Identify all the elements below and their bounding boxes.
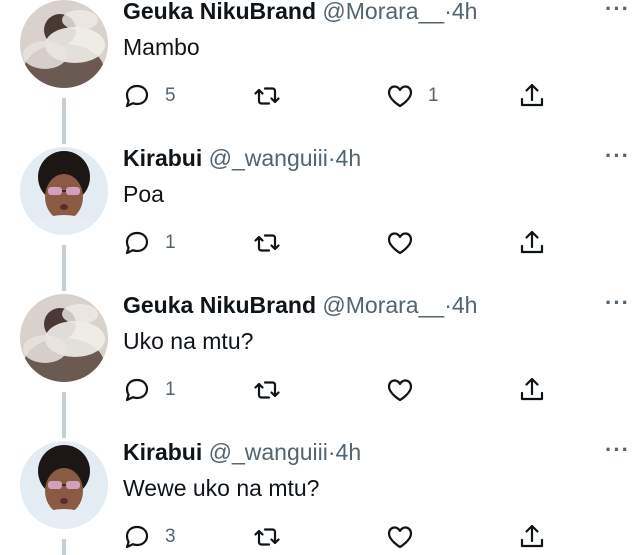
- tweet-actions: 1: [123, 229, 563, 259]
- reply-icon: [125, 525, 149, 549]
- tweet-header: Geuka NikuBrand @Morara__·4h: [123, 0, 604, 25]
- reply-icon: [125, 84, 149, 108]
- heart-icon: [387, 379, 413, 402]
- retweet-icon: [254, 234, 280, 252]
- share-button[interactable]: [518, 82, 546, 110]
- retweet-icon: [254, 528, 280, 546]
- share-button[interactable]: [518, 376, 546, 404]
- timestamp[interactable]: 4h: [336, 145, 362, 171]
- reply-count: 1: [165, 379, 176, 400]
- timestamp[interactable]: 4h: [452, 292, 478, 318]
- separator: ·: [444, 292, 452, 318]
- thread-connector: [62, 539, 66, 555]
- avatar[interactable]: [20, 147, 108, 235]
- separator: ·: [444, 0, 452, 24]
- smoke-portrait-avatar-icon: [20, 294, 108, 382]
- tweet-text: Poa: [123, 181, 164, 207]
- tweet[interactable]: Geuka NikuBrand @Morara__·4h ··· Uko na …: [0, 290, 644, 442]
- heart-icon: [387, 232, 413, 255]
- tweet-text: Wewe uko na mtu?: [123, 475, 320, 501]
- display-name[interactable]: Kirabui: [123, 439, 202, 465]
- retweet-icon: [254, 381, 280, 399]
- user-handle[interactable]: @Morara__: [322, 292, 444, 318]
- separator: ·: [327, 439, 336, 465]
- like-button[interactable]: [386, 523, 428, 551]
- like-button[interactable]: 1: [386, 82, 439, 110]
- share-icon: [520, 377, 544, 401]
- avatar[interactable]: [20, 0, 108, 88]
- tweet[interactable]: Kirabui @_wanguiii·4h ··· Poa 1: [0, 143, 644, 295]
- display-name[interactable]: Geuka NikuBrand: [123, 292, 316, 318]
- reply-count: 1: [165, 232, 176, 253]
- reply-icon: [125, 231, 149, 255]
- smoke-portrait-avatar-icon: [20, 0, 108, 88]
- thread-connector: [62, 98, 66, 144]
- share-button[interactable]: [518, 229, 546, 257]
- more-options-icon[interactable]: ···: [605, 0, 630, 22]
- reply-icon: [125, 378, 149, 402]
- tweet-header: Kirabui @_wanguiii·4h: [123, 145, 604, 172]
- thread-connector: [62, 245, 66, 291]
- share-icon: [520, 83, 544, 107]
- sunglasses-portrait-avatar-icon: [20, 441, 108, 529]
- tweet-header: Kirabui @_wanguiii·4h: [123, 439, 604, 466]
- heart-icon: [387, 85, 413, 108]
- share-icon: [520, 230, 544, 254]
- reply-button[interactable]: 1: [123, 376, 176, 404]
- reply-button[interactable]: 1: [123, 229, 176, 257]
- tweet-text: Uko na mtu?: [123, 328, 254, 354]
- share-button[interactable]: [518, 523, 546, 551]
- tweet-header: Geuka NikuBrand @Morara__·4h: [123, 292, 604, 319]
- retweet-button[interactable]: [253, 82, 295, 110]
- like-count: 1: [428, 85, 439, 106]
- user-handle[interactable]: @_wanguiii: [209, 439, 328, 465]
- sunglasses-portrait-avatar-icon: [20, 147, 108, 235]
- tweet-text: Mambo: [123, 34, 200, 60]
- like-button[interactable]: [386, 229, 428, 257]
- display-name[interactable]: Kirabui: [123, 145, 202, 171]
- reply-button[interactable]: 3: [123, 523, 176, 551]
- user-handle[interactable]: @Morara__: [322, 0, 444, 24]
- like-button[interactable]: [386, 376, 428, 404]
- more-options-icon[interactable]: ···: [605, 437, 630, 463]
- avatar[interactable]: [20, 294, 108, 382]
- separator: ·: [327, 145, 336, 171]
- retweet-button[interactable]: [253, 523, 295, 551]
- more-options-icon[interactable]: ···: [605, 143, 630, 169]
- tweet[interactable]: Kirabui @_wanguiii·4h ··· Wewe uko na mt…: [0, 437, 644, 555]
- tweet-actions: 5 1: [123, 82, 563, 112]
- retweet-icon: [254, 87, 280, 105]
- more-options-icon[interactable]: ···: [605, 290, 630, 316]
- tweet-actions: 3: [123, 523, 563, 553]
- tweet-actions: 1: [123, 376, 563, 406]
- user-handle[interactable]: @_wanguiii: [209, 145, 328, 171]
- avatar[interactable]: [20, 441, 108, 529]
- reply-count: 5: [165, 85, 176, 106]
- share-icon: [520, 524, 544, 548]
- display-name[interactable]: Geuka NikuBrand: [123, 0, 316, 24]
- heart-icon: [387, 526, 413, 549]
- retweet-button[interactable]: [253, 229, 295, 257]
- reply-count: 3: [165, 526, 176, 547]
- reply-button[interactable]: 5: [123, 82, 176, 110]
- timestamp[interactable]: 4h: [452, 0, 478, 24]
- conversation-thread: Geuka NikuBrand @Morara__·4h ··· Mambo 5…: [0, 0, 644, 555]
- tweet[interactable]: Geuka NikuBrand @Morara__·4h ··· Mambo 5…: [0, 0, 644, 148]
- retweet-button[interactable]: [253, 376, 295, 404]
- thread-connector: [62, 392, 66, 438]
- timestamp[interactable]: 4h: [336, 439, 362, 465]
